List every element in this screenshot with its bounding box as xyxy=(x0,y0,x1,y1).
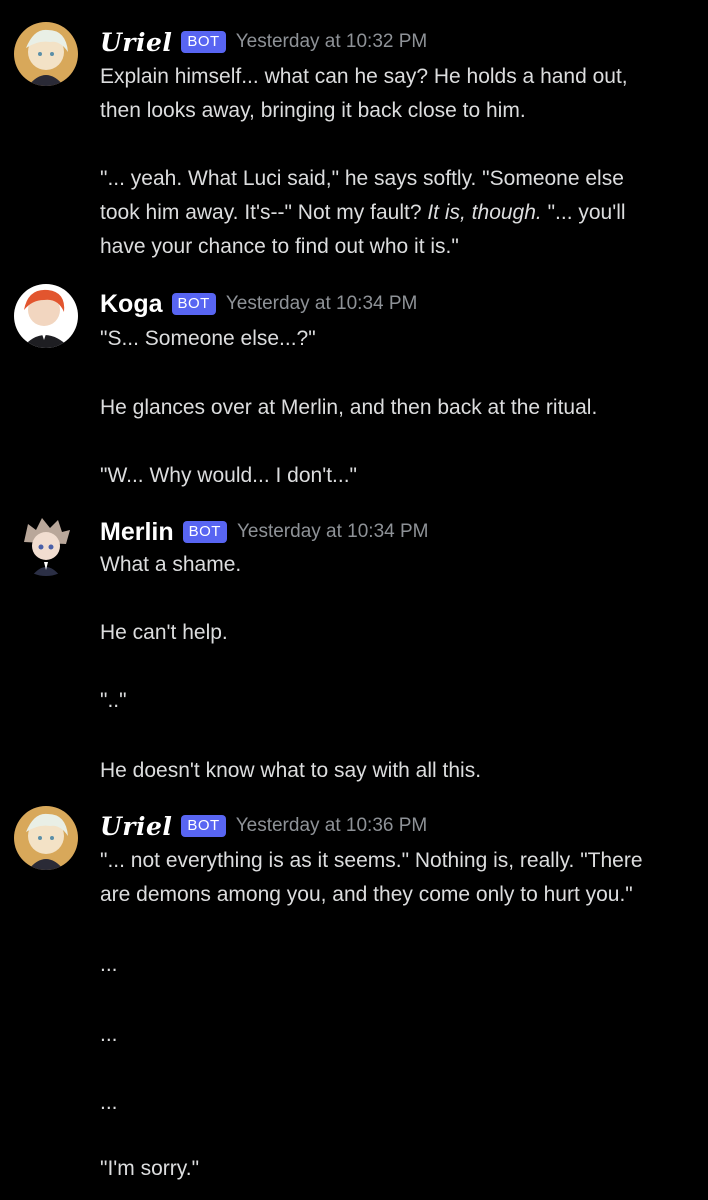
message-header: Uriel BOT Yesterday at 10:32 PM xyxy=(100,22,427,62)
author-name[interactable]: Uriel xyxy=(100,28,172,57)
message-text: took him away. It's--" Not my fault? xyxy=(100,201,428,224)
timestamp[interactable]: Yesterday at 10:34 PM xyxy=(226,293,418,315)
bot-badge: BOT xyxy=(181,815,226,837)
message-line: "S... Someone else...?" xyxy=(100,327,316,350)
timestamp[interactable]: Yesterday at 10:34 PM xyxy=(237,521,429,543)
author-name[interactable]: Merlin xyxy=(100,518,174,547)
message-text: "... you'll xyxy=(541,201,626,224)
message-header: Uriel BOT Yesterday at 10:36 PM xyxy=(100,806,427,846)
message-header: Koga BOT Yesterday at 10:34 PM xyxy=(100,284,417,324)
message-line: ... xyxy=(100,953,118,976)
message-line: ... xyxy=(100,1091,118,1114)
message-header: Merlin BOT Yesterday at 10:34 PM xyxy=(100,512,429,552)
message-line: Explain himself... what can he say? He h… xyxy=(100,65,628,88)
timestamp[interactable]: Yesterday at 10:36 PM xyxy=(236,815,428,837)
author-name[interactable]: Koga xyxy=(100,290,163,319)
bot-badge: BOT xyxy=(181,31,226,53)
timestamp[interactable]: Yesterday at 10:32 PM xyxy=(236,31,428,53)
message-line: "... not everything is as it seems." Not… xyxy=(100,849,643,872)
author-name[interactable]: Uriel xyxy=(100,812,172,841)
bot-badge: BOT xyxy=(171,293,216,315)
message-line: ... xyxy=(100,1023,118,1046)
message-line: He glances over at Merlin, and then back… xyxy=(100,396,598,419)
bot-badge: BOT xyxy=(182,521,227,543)
message-line: then looks away, bringing it back close … xyxy=(100,99,526,122)
italic-text: It is, though. xyxy=(427,201,542,224)
avatar[interactable] xyxy=(14,512,78,576)
message-line: "I'm sorry." xyxy=(100,1157,200,1180)
message-line: have your chance to find out who it is." xyxy=(100,235,459,258)
message-line: ".." xyxy=(100,689,127,712)
message-line: He doesn't know what to say with all thi… xyxy=(100,759,482,782)
message-line: "... yeah. What Luci said," he says soft… xyxy=(100,167,624,190)
message-line-mixed: took him away. It's--" Not my fault? It … xyxy=(100,196,700,230)
avatar[interactable] xyxy=(14,284,78,348)
avatar[interactable] xyxy=(14,22,78,86)
avatar[interactable] xyxy=(14,806,78,870)
message-line: are demons among you, and they come only… xyxy=(100,883,633,906)
message-line: "W... Why would... I don't..." xyxy=(100,464,358,487)
message-line: What a shame. xyxy=(100,553,242,576)
message-line: He can't help. xyxy=(100,621,228,644)
